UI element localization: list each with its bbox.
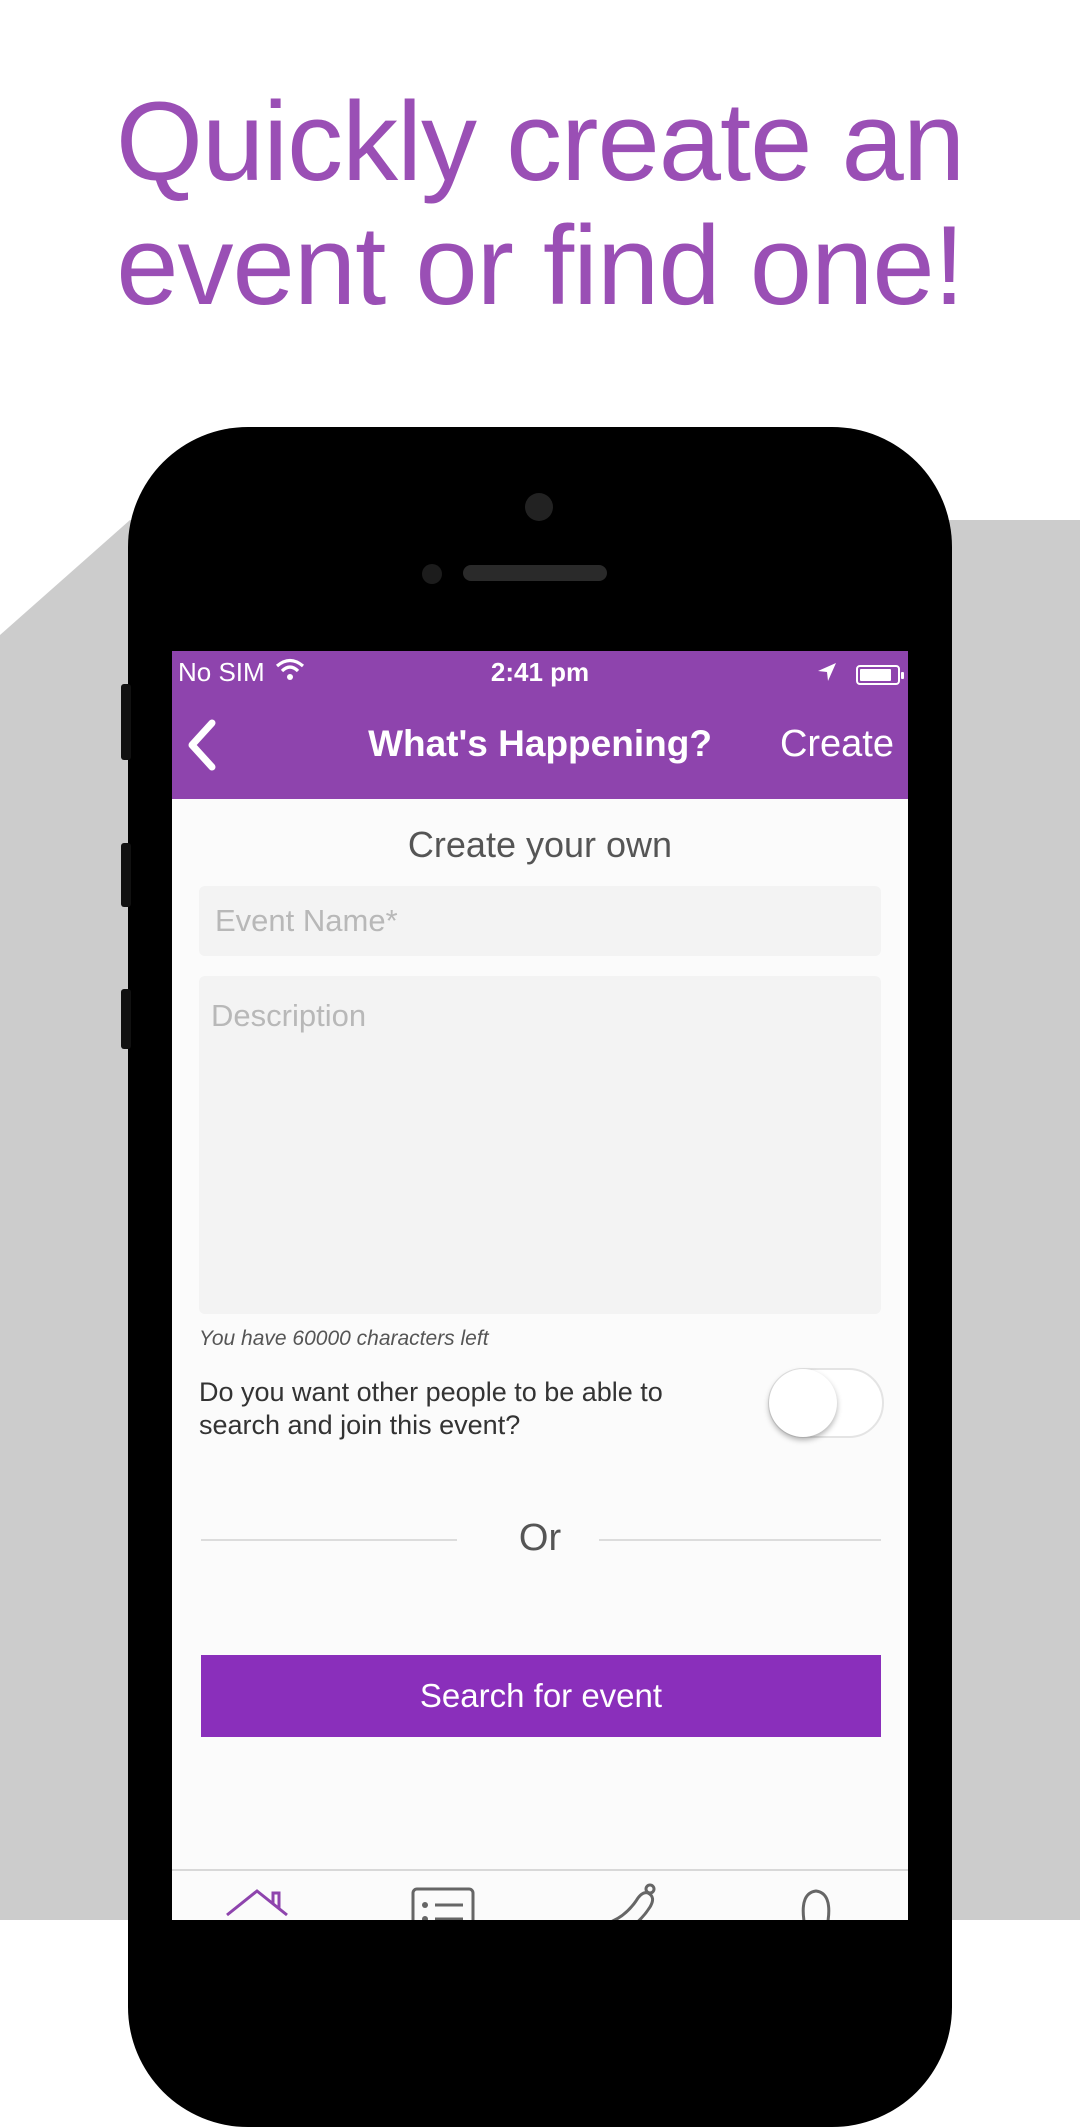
navigation-bar: What's Happening? Create <box>172 693 908 799</box>
bell-icon[interactable] <box>592 1881 672 1920</box>
headline-line-1: Quickly create an <box>115 79 965 204</box>
battery-icon <box>856 664 904 685</box>
event-name-input[interactable] <box>199 886 881 956</box>
create-button[interactable]: Create <box>780 723 894 766</box>
earpiece-speaker <box>463 565 607 581</box>
location-arrow-icon <box>816 659 838 690</box>
public-event-question: Do you want other people to be able to s… <box>199 1377 663 1440</box>
battery-fill <box>860 668 891 681</box>
front-camera <box>525 493 553 521</box>
tab-bar <box>172 1869 908 1920</box>
app-screen: No SIM 2:41 pm What's Happening? Create … <box>172 651 908 1920</box>
home-icon[interactable] <box>217 1881 297 1920</box>
volume-up-button <box>121 843 131 907</box>
search-event-button[interactable]: Search for event <box>201 1655 881 1737</box>
headline-line-2: event or find one! <box>116 203 964 328</box>
mute-switch <box>121 684 131 760</box>
profile-icon[interactable] <box>776 1881 856 1920</box>
proximity-sensor <box>422 564 442 584</box>
status-time: 2:41 pm <box>490 657 590 687</box>
toggle-knob <box>769 1369 837 1437</box>
section-title: Create your own <box>407 824 673 865</box>
promo-headline: Quickly create an event or find one! <box>0 80 1080 328</box>
volume-down-button <box>121 989 131 1049</box>
list-icon[interactable] <box>403 1881 483 1920</box>
description-input[interactable] <box>199 976 881 1314</box>
divider-right <box>599 1539 881 1541</box>
characters-left-text: You have 60000 characters left <box>199 1327 489 1350</box>
status-bar: No SIM 2:41 pm <box>172 651 908 693</box>
public-event-toggle[interactable] <box>768 1368 884 1438</box>
